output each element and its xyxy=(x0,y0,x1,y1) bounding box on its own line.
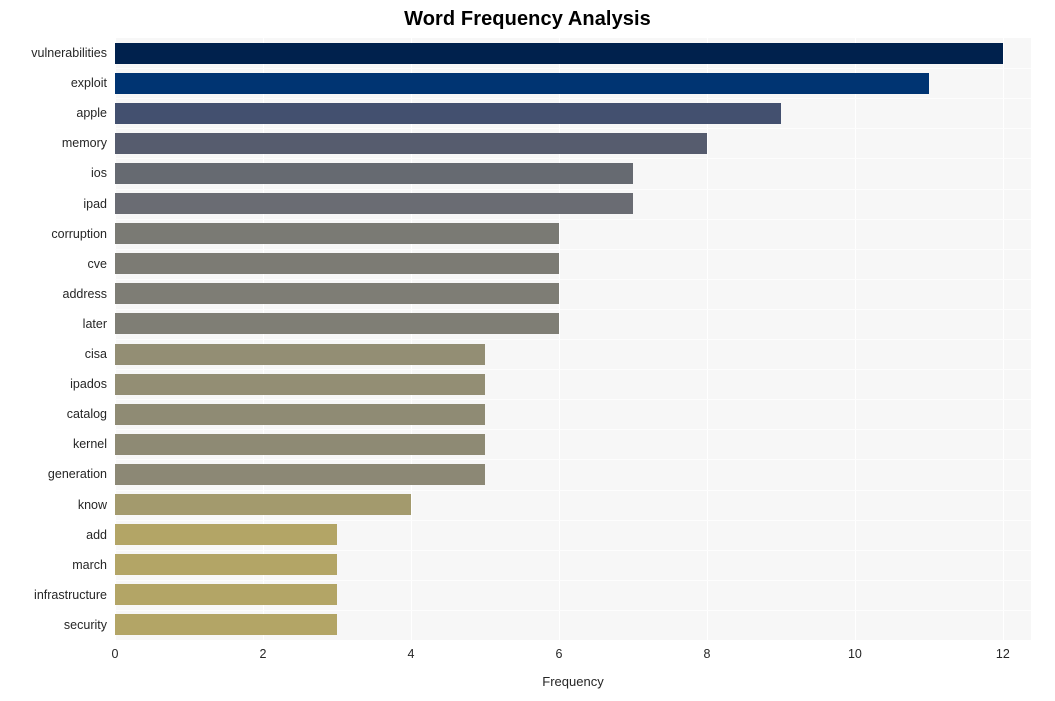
y-axis-tick-label: memory xyxy=(61,136,107,151)
y-axis-labels: vulnerabilities exploit apple memory ios ipad… xyxy=(0,38,107,640)
x-axis-title: Frequency xyxy=(542,674,604,689)
x-axis-tick-label: 4 xyxy=(407,647,415,661)
bar xyxy=(115,343,485,365)
bar xyxy=(115,433,485,455)
bar xyxy=(115,524,337,546)
bar xyxy=(115,72,929,94)
y-axis-tick-label: kernel xyxy=(72,437,107,452)
bar xyxy=(115,42,1003,64)
y-axis-tick-label: security xyxy=(63,617,107,632)
y-axis-tick-label: ipad xyxy=(83,196,107,211)
bar xyxy=(115,494,411,516)
bar xyxy=(115,223,559,245)
y-axis-tick-label: cve xyxy=(87,256,107,271)
y-axis-tick-label: corruption xyxy=(51,226,107,241)
bar xyxy=(115,102,781,124)
bar xyxy=(115,614,337,636)
x-axis-tick-label: 8 xyxy=(703,647,711,661)
y-axis-tick-label: add xyxy=(86,527,107,542)
plot-area xyxy=(115,38,1031,640)
x-axis-tick-label: 2 xyxy=(259,647,267,661)
y-axis-tick-label: cisa xyxy=(84,347,107,362)
bar xyxy=(115,584,337,606)
bar xyxy=(115,253,559,275)
chart-title: Word Frequency Analysis xyxy=(404,8,651,30)
bar xyxy=(115,463,485,485)
y-axis-tick-label: march xyxy=(72,557,107,572)
y-axis-tick-label: ipados xyxy=(70,377,107,392)
x-axis-ticks: 0 2 4 6 8 10 12 xyxy=(111,646,1031,666)
y-axis-tick-label: generation xyxy=(47,467,107,482)
x-axis-tick-label: 10 xyxy=(847,647,862,661)
x-axis-tick-label: 6 xyxy=(555,647,563,661)
bar xyxy=(115,554,337,576)
y-axis-tick-label: later xyxy=(82,316,107,331)
word-frequency-chart: Word Frequency Analysis vulnerabilities e… xyxy=(0,0,1055,701)
bar xyxy=(115,162,633,184)
y-axis-tick-label: know xyxy=(77,497,107,512)
x-axis-tick-label: 12 xyxy=(995,647,1010,661)
y-axis-tick-label: vulnerabilities xyxy=(31,46,107,61)
bar xyxy=(115,283,559,305)
y-axis-tick-label: infrastructure xyxy=(34,587,107,602)
bar xyxy=(115,373,485,395)
bar xyxy=(115,313,559,335)
y-axis-tick-label: apple xyxy=(76,106,107,121)
bar xyxy=(115,193,633,215)
y-axis-tick-label: ios xyxy=(91,166,107,181)
bars-container xyxy=(115,38,1031,640)
y-axis-tick-label: exploit xyxy=(70,76,107,91)
bar xyxy=(115,403,485,425)
bar xyxy=(115,132,707,154)
y-axis-tick-label: address xyxy=(62,286,107,301)
y-axis-tick-label: catalog xyxy=(66,407,107,422)
x-axis-tick-label: 0 xyxy=(111,647,119,661)
